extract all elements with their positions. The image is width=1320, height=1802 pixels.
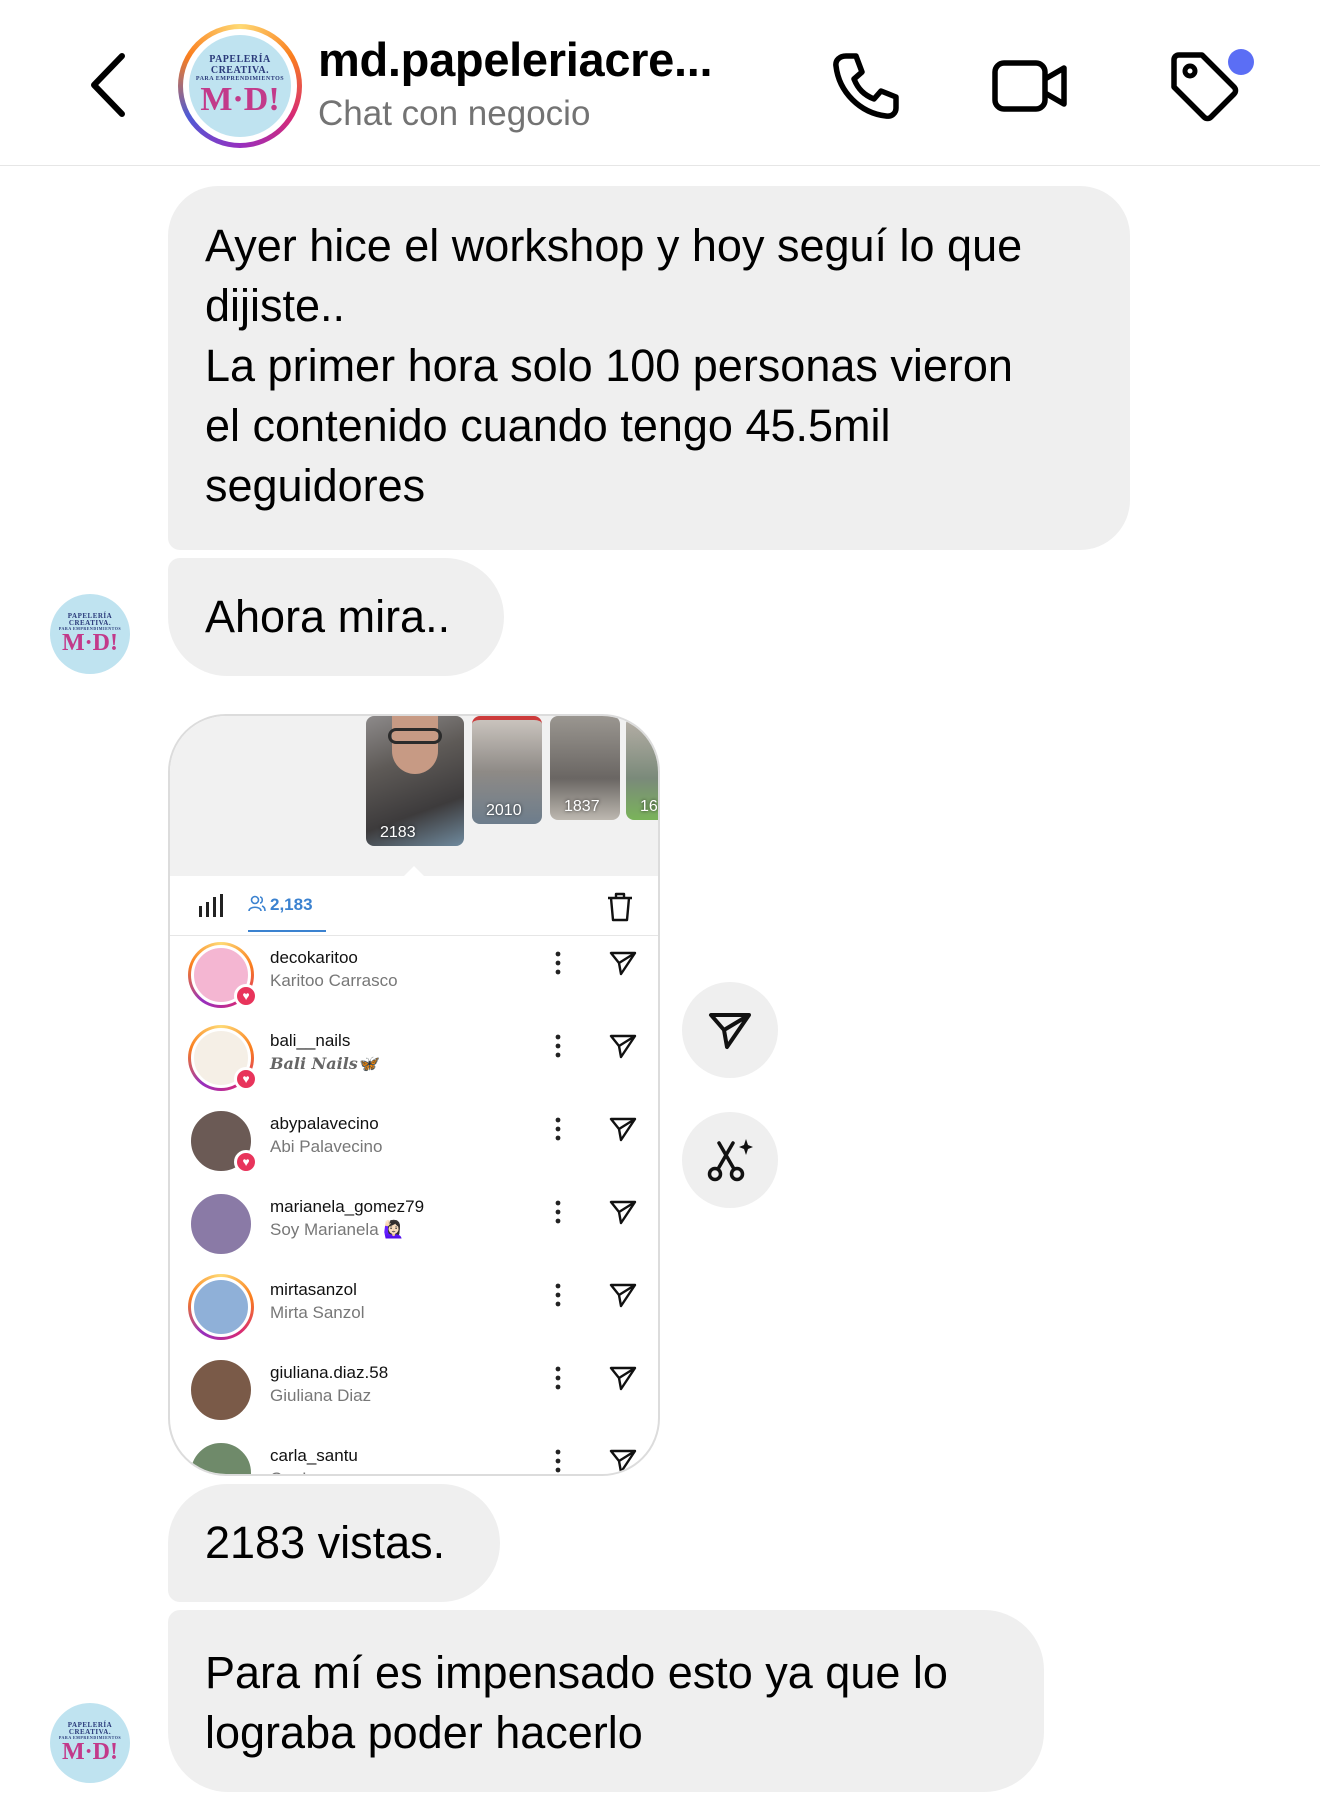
viewer-avatar[interactable] [188,1274,254,1340]
story-thumbnail[interactable]: 2010 [472,716,542,824]
business-logo: PAPELERÍA CREATIVA. PARA EMPRENDIMIENTOS… [50,594,130,674]
paper-plane-icon[interactable] [608,1446,638,1476]
paper-plane-icon[interactable] [608,1031,638,1061]
paper-plane-icon[interactable] [608,1114,638,1144]
viewer-avatar[interactable] [188,1357,254,1423]
viewer-avatar-image [188,1357,254,1423]
tab-viewers[interactable]: 2,183 [248,890,326,932]
viewer-username: abypalavecino [270,1114,379,1133]
viewer-username: mirtasanzol [270,1280,357,1299]
viewer-row[interactable]: marianela_gomez79 Soy Marianela 🙋🏻‍♀️ [170,1187,658,1269]
message-bubble[interactable]: 2183 vistas. [168,1484,500,1602]
viewer-row[interactable]: giuliana.diaz.58 Giuliana Diaz [170,1353,658,1435]
viewer-full-name: Mirta Sanzol [270,1303,365,1322]
paper-plane-icon[interactable] [608,1197,638,1227]
more-options-icon[interactable] [548,1363,568,1393]
message-bubble[interactable]: Ayer hice el workshop y hoy seguí lo que… [168,186,1130,550]
viewer-username: bali__nails [270,1031,351,1050]
business-logo: PAPELERÍA CREATIVA. PARA EMPRENDIMIENTOS… [50,1703,130,1783]
story-thumbnail-strip: 2183 2010 1837 16 [170,716,658,876]
remix-button[interactable] [682,1112,778,1208]
trash-icon[interactable] [606,892,634,922]
viewer-row[interactable]: ♥ decokaritoo Karitoo Carrasco [170,938,658,1020]
viewer-username: decokaritoo [270,948,358,967]
message-bubble[interactable]: Ahora mira.. [168,558,504,676]
story-insights-tabs: 2,183 [170,876,658,936]
heart-icon: ♥ [234,1067,258,1091]
video-camera-icon[interactable] [990,46,1070,126]
thumbnail-view-count: 1837 [564,798,600,815]
more-options-icon[interactable] [548,948,568,978]
thumbnail-view-count: 2010 [486,802,522,819]
share-button[interactable] [682,982,778,1078]
viewer-username: carla_santu [270,1446,358,1465]
paper-plane-icon[interactable] [608,1363,638,1393]
message-text: Ahora mira.. [205,591,451,642]
sender-avatar[interactable]: PAPELERÍA CREATIVA. PARA EMPRENDIMIENTOS… [47,1700,133,1786]
viewer-avatar[interactable] [188,1191,254,1257]
viewer-avatar-image [188,1440,254,1474]
viewer-avatar-image [191,1277,251,1337]
notification-dot [1228,49,1254,75]
story-thumbnail[interactable]: 1837 [550,716,620,820]
paper-plane-icon[interactable] [608,1280,638,1310]
bar-chart-icon[interactable] [198,894,224,918]
selected-thumbnail-indicator [402,866,426,876]
chat-subtitle: Chat con negocio [318,94,591,133]
more-options-icon[interactable] [548,1197,568,1227]
viewer-full-name: Giuliana Diaz [270,1386,372,1405]
viewer-username: marianela_gomez79 [270,1197,425,1216]
viewer-avatar-image [188,1191,254,1257]
heart-icon: ♥ [234,1150,258,1174]
thumbnail-glasses [388,728,442,744]
viewer-full-name: Soy Marianela 🙋🏻‍♀️ [270,1220,405,1239]
paper-plane-icon [709,1013,751,1049]
viewer-username: giuliana.diaz.58 [270,1363,389,1382]
viewers-icon [248,895,266,912]
viewer-full-name: Bali Nails🦋 [270,1054,378,1073]
heart-icon: ♥ [234,984,258,1008]
more-options-icon[interactable] [548,1031,568,1061]
message-bubble[interactable]: Para mí es impensado esto ya que lo logr… [168,1610,1044,1792]
back-button[interactable] [84,50,134,120]
viewer-full-name: Karitoo Carrasco [270,971,398,990]
sender-avatar[interactable]: PAPELERÍA CREATIVA. PARA EMPRENDIMIENTOS… [47,591,133,677]
more-options-icon[interactable] [548,1280,568,1310]
more-options-icon[interactable] [548,1114,568,1144]
viewer-avatar[interactable] [188,1440,254,1474]
thumbnail-view-count: 2183 [380,824,416,841]
thumbnail-view-count: 16 [640,798,658,815]
contact-name[interactable]: md.papeleriacre... [318,32,713,87]
business-logo: PAPELERÍA CREATIVA. PARA EMPRENDIMIENTOS… [189,35,291,137]
paper-plane-icon[interactable] [608,948,638,978]
story-thumbnail[interactable]: 16 [626,716,658,820]
viewer-full-name: Abi Palavecino [270,1137,383,1156]
scissors-sparkle-icon [707,1139,753,1182]
more-options-icon[interactable] [548,1446,568,1476]
thumbnail-face [392,716,438,774]
message-text: 2183 vistas. [205,1517,446,1568]
viewer-row[interactable]: ♥ bali__nails Bali Nails🦋 [170,1021,658,1103]
viewer-row[interactable]: ♥ abypalavecino Abi Palavecino [170,1104,658,1186]
chat-header: PAPELERÍA CREATIVA. PARA EMPRENDIMIENTOS… [0,0,1320,166]
shared-story-screenshot[interactable]: 2183 2010 1837 16 2,183 ♥ decokaritoo Ka… [168,714,660,1476]
viewer-row[interactable]: carla_santu Car La [170,1436,658,1476]
contact-avatar[interactable]: PAPELERÍA CREATIVA. PARA EMPRENDIMIENTOS… [178,24,302,148]
message-text: Para mí es impensado esto ya que lo logr… [205,1647,948,1758]
viewer-row[interactable]: mirtasanzol Mirta Sanzol [170,1270,658,1352]
message-text: Ayer hice el workshop y hoy seguí lo que… [205,220,1023,511]
phone-icon[interactable] [824,46,904,126]
viewers-count: 2,183 [270,895,313,914]
viewer-full-name: Car La [270,1469,321,1474]
story-thumbnail[interactable]: 2183 [366,716,464,846]
